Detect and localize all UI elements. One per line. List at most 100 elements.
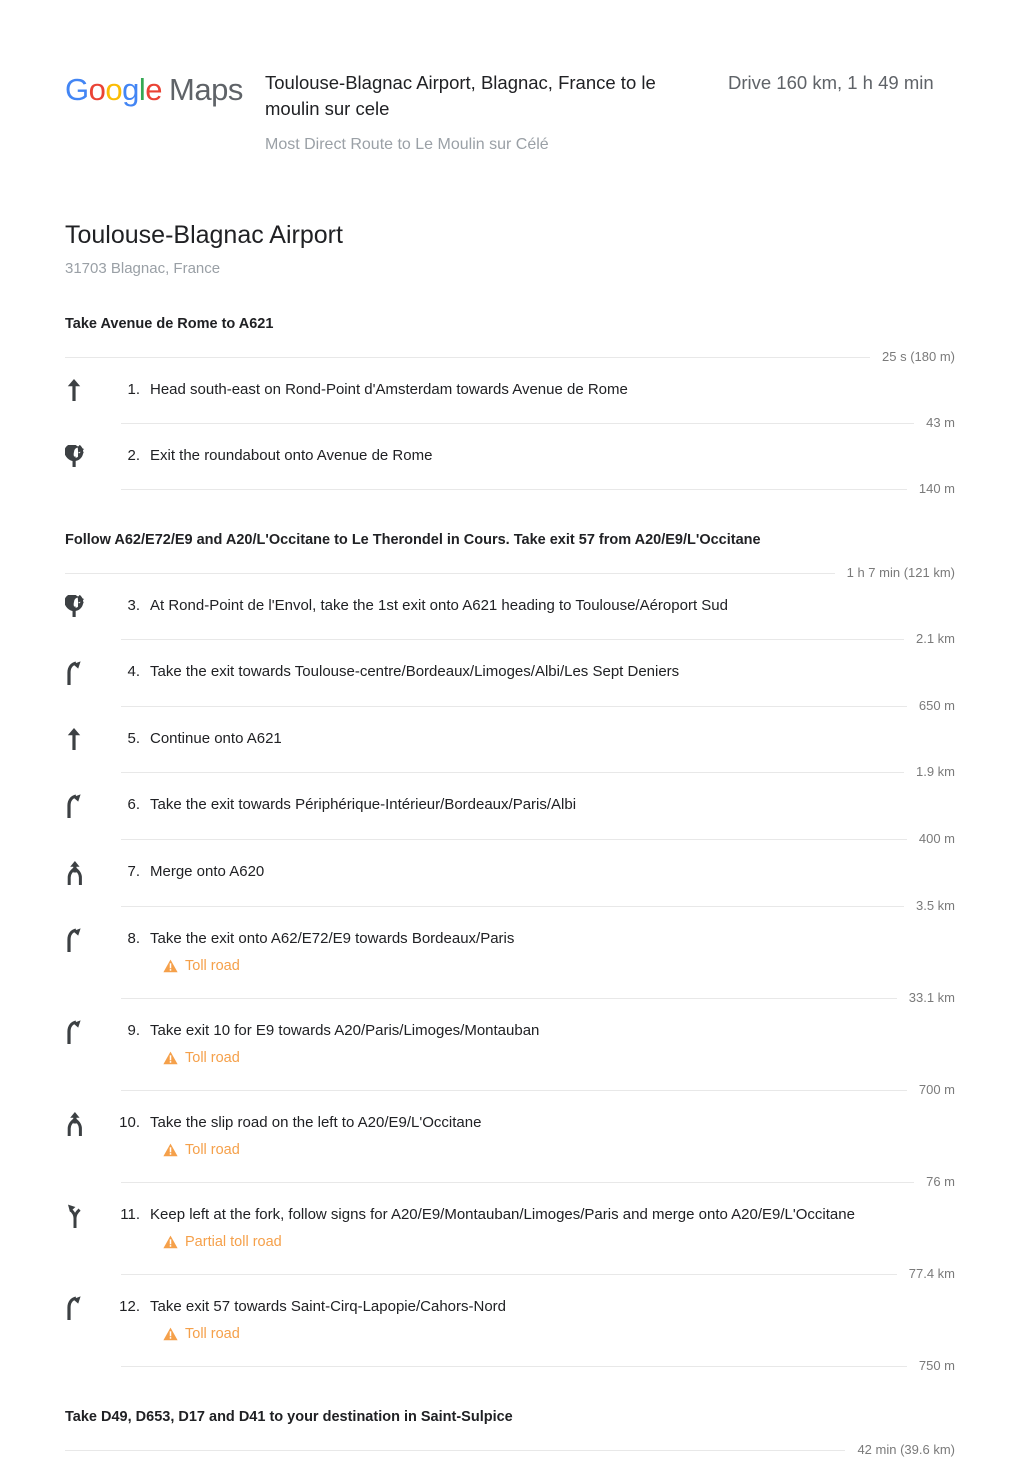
toll-warning: Partial toll road bbox=[150, 1231, 955, 1253]
step-body: Merge onto A620 bbox=[150, 860, 955, 884]
divider-line bbox=[121, 1181, 915, 1183]
page-header: Google Maps Toulouse-Blagnac Airport, Bla… bbox=[65, 0, 955, 157]
step-instruction: Take exit 10 for E9 towards A20/Paris/Li… bbox=[150, 1022, 540, 1039]
toll-warning-label: Toll road bbox=[185, 1050, 240, 1066]
warning-triangle-icon bbox=[163, 959, 185, 973]
divider-line bbox=[121, 422, 915, 424]
direction-step: 1. Head south-east on Rond-Point d'Amster… bbox=[65, 368, 955, 412]
toll-warning-label: Toll road bbox=[185, 1142, 240, 1158]
step-number: 7. bbox=[127, 863, 140, 880]
origin-address: 31703 Blagnac, France bbox=[65, 260, 221, 277]
divider-line bbox=[121, 488, 907, 490]
step-distance: 650 m bbox=[918, 698, 955, 713]
route-title-row: Toulouse-Blagnac Airport, Blagnac, Franc… bbox=[265, 70, 955, 122]
step-maneuver-icon bbox=[65, 860, 105, 885]
divider-line bbox=[65, 356, 871, 358]
origin-name: Toulouse-Blagnac Airport bbox=[65, 221, 343, 249]
section-summary-rule: 42 min (39.6 km) bbox=[65, 1439, 955, 1461]
route-subtitle: Most Direct Route to Le Moulin sur Célé bbox=[265, 136, 549, 153]
toll-warning-label: Partial toll road bbox=[185, 1234, 282, 1250]
step-distance: 140 m bbox=[918, 481, 955, 496]
step-instruction: Keep left at the fork, follow signs for … bbox=[150, 1206, 855, 1223]
step-instruction: Take the exit towards Toulouse-centre/Bo… bbox=[150, 663, 680, 680]
step-body: At Rond-Point de l'Envol, take the 1st e… bbox=[150, 594, 955, 618]
step-body: Continue onto A621 bbox=[150, 727, 955, 751]
step-distance: 43 m bbox=[926, 415, 955, 430]
step-distance: 700 m bbox=[918, 1082, 955, 1097]
divider-line bbox=[121, 638, 904, 640]
toll-warning-label: Toll road bbox=[185, 958, 240, 974]
step-instruction: Take exit 57 towards Saint-Cirq-Lapopie/… bbox=[150, 1298, 507, 1315]
straight-arrow-icon bbox=[65, 379, 83, 401]
step-instruction: Continue onto A621 bbox=[150, 730, 282, 747]
step-distance-rule: 43 m bbox=[65, 412, 955, 434]
step-number: 1. bbox=[127, 381, 140, 398]
merge-icon bbox=[65, 861, 85, 885]
logo-letter-g-blue-2: g bbox=[122, 72, 139, 107]
step-instruction: Head south-east on Rond-Point d'Amsterda… bbox=[150, 381, 628, 398]
step-maneuver-icon bbox=[65, 1295, 105, 1320]
step-number: 5. bbox=[127, 730, 140, 747]
direction-step: 12. Take exit 57 towards Saint-Cirq-Lapop… bbox=[65, 1285, 955, 1355]
step-distance-rule: 750 m bbox=[65, 1355, 955, 1377]
step-distance: 3.5 km bbox=[915, 898, 955, 913]
step-maneuver-icon bbox=[65, 594, 105, 617]
section-heading: Follow A62/E72/E9 and A20/L'Occitane to … bbox=[65, 532, 761, 548]
toll-warning: Toll road bbox=[150, 1323, 955, 1345]
logo-letter-e-red: e bbox=[145, 72, 163, 107]
toll-warning-label: Toll road bbox=[185, 1326, 240, 1342]
divider-line bbox=[121, 838, 907, 840]
step-distance-rule: 76 m bbox=[65, 1171, 955, 1193]
divider-line bbox=[121, 905, 904, 907]
divider-line bbox=[121, 997, 897, 999]
warning-triangle-icon bbox=[163, 1051, 185, 1065]
step-number: 12. bbox=[119, 1298, 140, 1315]
direction-step: 11. Keep left at the fork, follow signs f… bbox=[65, 1193, 955, 1263]
step-instruction: Take the exit onto A62/E72/E9 towards Bo… bbox=[150, 930, 515, 947]
step-body: Keep left at the fork, follow signs for … bbox=[150, 1203, 955, 1253]
google-maps-logo: Google Maps bbox=[65, 62, 265, 108]
merge-icon bbox=[65, 1112, 85, 1136]
step-number: 2. bbox=[127, 447, 140, 464]
direction-step: 3. At Rond-Point de l'Envol, take the 1st… bbox=[65, 584, 955, 628]
warning-triangle-icon bbox=[163, 1143, 185, 1157]
step-distance-rule: 33.1 km bbox=[65, 987, 955, 1009]
step-distance: 76 m bbox=[926, 1174, 955, 1189]
step-distance: 33.1 km bbox=[908, 990, 955, 1005]
ramp-right-icon bbox=[65, 928, 85, 952]
header-text-block: Toulouse-Blagnac Airport, Blagnac, Franc… bbox=[265, 62, 955, 157]
ramp-right-icon bbox=[65, 794, 85, 818]
step-number: 3. bbox=[127, 597, 140, 614]
step-distance: 400 m bbox=[918, 831, 955, 846]
step-distance-rule: 140 m bbox=[65, 478, 955, 500]
section-heading: Take D49, D653, D17 and D41 to your dest… bbox=[65, 1409, 513, 1425]
section-summary-distance: 1 h 7 min (121 km) bbox=[846, 565, 955, 580]
step-instruction: Take the slip road on the left to A20/E9… bbox=[150, 1114, 482, 1131]
route-sections: Take Avenue de Rome to A621 25 s (180 m) … bbox=[65, 314, 955, 1461]
direction-step: 10. Take the slip road on the left to A20… bbox=[65, 1101, 955, 1171]
warning-triangle-icon bbox=[163, 1235, 185, 1249]
step-distance-rule: 2.1 km bbox=[65, 628, 955, 650]
step-maneuver-icon bbox=[65, 1019, 105, 1044]
step-number: 4. bbox=[127, 663, 140, 680]
step-maneuver-icon bbox=[65, 793, 105, 818]
step-maneuver-icon bbox=[65, 378, 105, 401]
step-distance: 77.4 km bbox=[908, 1266, 955, 1281]
route-section: Follow A62/E72/E9 and A20/L'Occitane to … bbox=[65, 530, 955, 1377]
divider-line bbox=[121, 1273, 897, 1275]
direction-step: 7. Merge onto A620 bbox=[65, 850, 955, 895]
section-summary-distance: 25 s (180 m) bbox=[882, 349, 955, 364]
logo-letter-g-blue: G bbox=[65, 72, 89, 107]
divider-line bbox=[121, 1365, 907, 1367]
step-distance-rule: 77.4 km bbox=[65, 1263, 955, 1285]
direction-step: 5. Continue onto A621 bbox=[65, 717, 955, 761]
toll-warning: Toll road bbox=[150, 1139, 955, 1161]
step-distance-rule: 1.9 km bbox=[65, 761, 955, 783]
toll-warning: Toll road bbox=[150, 955, 955, 977]
section-heading: Take Avenue de Rome to A621 bbox=[65, 316, 274, 332]
straight-arrow-icon bbox=[65, 728, 83, 750]
direction-step: 9. Take exit 10 for E9 towards A20/Paris/… bbox=[65, 1009, 955, 1079]
route-section: Take D49, D653, D17 and D41 to your dest… bbox=[65, 1407, 955, 1461]
step-body: Take the exit onto A62/E72/E9 towards Bo… bbox=[150, 927, 955, 977]
step-distance: 2.1 km bbox=[915, 631, 955, 646]
